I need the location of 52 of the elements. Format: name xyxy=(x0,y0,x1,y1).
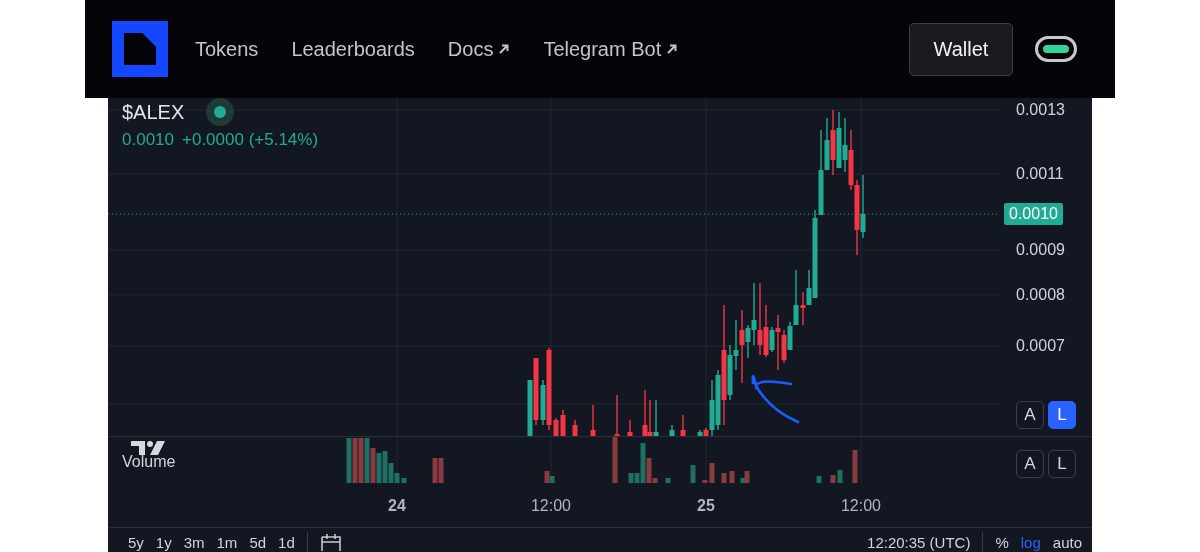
scale-button[interactable]: L xyxy=(1048,401,1076,429)
axis-label: 0.0011 xyxy=(1016,165,1064,183)
scale-option[interactable]: log xyxy=(1020,533,1041,551)
nav-link[interactable]: Leaderboards xyxy=(291,37,415,61)
axis-label: 0.0013 xyxy=(1016,101,1065,119)
hand-drawn-arrow xyxy=(751,374,800,424)
axis-label: 0.0009 xyxy=(1016,241,1065,259)
range-button[interactable]: 1d xyxy=(278,533,295,551)
symbol-name: $ALEX xyxy=(122,100,185,124)
range-button[interactable]: 5y xyxy=(128,533,144,551)
candle xyxy=(669,424,675,436)
nav-link[interactable]: Tokens xyxy=(195,37,259,61)
scale-option[interactable]: % xyxy=(995,533,1009,551)
toggle-switch[interactable] xyxy=(1035,36,1077,62)
axis-label: 0.0008 xyxy=(1016,286,1065,304)
candle xyxy=(590,404,596,436)
volume-bar xyxy=(729,471,735,483)
clock-time: 12:20:35 (UTC) xyxy=(867,533,971,551)
candle xyxy=(627,419,633,436)
external-link-icon xyxy=(666,43,679,55)
range-button[interactable]: 1y xyxy=(155,533,172,551)
range-button[interactable]: 3m xyxy=(183,533,205,551)
volume-bar xyxy=(690,465,696,483)
scale-button[interactable]: A xyxy=(1016,401,1044,429)
time-label: 25 xyxy=(696,497,716,515)
range-button[interactable]: 1m xyxy=(216,533,238,551)
candle xyxy=(572,419,578,436)
volume-label: Volume xyxy=(122,453,176,471)
range-button[interactable]: 5d xyxy=(249,533,267,551)
scale-button[interactable]: L xyxy=(1048,450,1076,478)
candle xyxy=(680,414,686,436)
volume-bar xyxy=(721,473,727,483)
time-label: 12:00 xyxy=(839,497,882,515)
current-price-label: 0.0010 xyxy=(1004,203,1063,225)
axis-label: 0.0007 xyxy=(1016,337,1065,355)
calendar-icon[interactable] xyxy=(319,533,342,551)
time-label: 12:00 xyxy=(529,497,572,515)
price-value: 0.0010 xyxy=(122,130,174,150)
scale-option[interactable]: auto xyxy=(1052,533,1082,551)
volume-bar xyxy=(665,478,671,483)
volume-bar xyxy=(612,437,618,483)
external-link-icon xyxy=(498,43,511,55)
nav-link[interactable]: Docs xyxy=(447,37,511,61)
nav-link[interactable]: Telegram Bot xyxy=(543,37,679,61)
logo-icon xyxy=(112,21,168,77)
price-change: +0.0000 (+5.14%) xyxy=(182,130,319,150)
volume-bar xyxy=(852,450,858,483)
wallet-button[interactable]: Wallet xyxy=(909,22,1013,76)
scale-button[interactable]: A xyxy=(1016,450,1044,478)
volume-bar xyxy=(816,476,822,483)
candle xyxy=(614,394,620,436)
time-label: 24 xyxy=(387,497,407,515)
